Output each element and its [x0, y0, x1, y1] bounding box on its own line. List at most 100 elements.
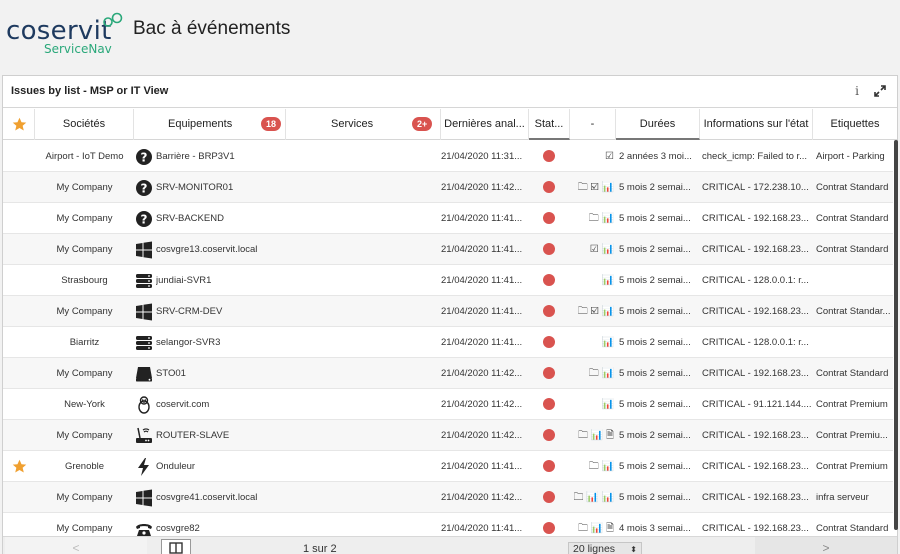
- table-row[interactable]: My Company ROUTER-SLAVE 21/04/2020 11:42..…: [3, 420, 893, 451]
- svg-text:?: ?: [141, 181, 148, 195]
- company-cell: My Company: [56, 430, 113, 441]
- last-analysis-cell: 21/04/2020 11:41...: [441, 213, 523, 224]
- unknown-device-icon: ?: [134, 203, 154, 234]
- header-favorite[interactable]: [3, 109, 35, 140]
- equipment-cell[interactable]: SRV-BACKEND: [156, 203, 286, 234]
- company-cell: My Company: [56, 306, 113, 317]
- previous-page-button[interactable]: <: [5, 537, 147, 554]
- header-status[interactable]: Stat...: [529, 109, 570, 140]
- equipment-cell[interactable]: cosvgre13.coservit.local: [156, 234, 286, 265]
- status-cell: [529, 327, 570, 358]
- tags-cell: Contrat Premiu...: [816, 430, 888, 441]
- table-row[interactable]: Strasbourg jundiai-SVR1 21/04/2020 11:41..…: [3, 265, 893, 296]
- windows-icon: [134, 296, 154, 327]
- expand-icon[interactable]: [873, 84, 887, 98]
- equipment-cell[interactable]: selangor-SVR3: [156, 327, 286, 358]
- tags-cell: [816, 265, 892, 296]
- duration-cell: 5 mois 2 semai...: [619, 368, 691, 379]
- favorite-toggle[interactable]: [3, 172, 35, 203]
- app-header: coservit ServiceNav Bac à événements: [0, 0, 900, 72]
- table-row[interactable]: Airport - IoT Demo? Barrière - BRP3V1 21/0…: [3, 141, 893, 172]
- company-cell: Grenoble: [64, 461, 105, 472]
- table-row[interactable]: My Company SRV-CRM-DEV 21/04/2020 11:41...…: [3, 296, 893, 327]
- row-actions[interactable]: 🗀 📊: [571, 358, 616, 389]
- row-actions[interactable]: 🗀 📊: [571, 451, 616, 482]
- equipment-cell[interactable]: coservit.com: [156, 389, 286, 420]
- favorite-toggle[interactable]: [3, 234, 35, 265]
- equipment-cell[interactable]: SRV-MONITOR01: [156, 172, 286, 203]
- favorite-toggle[interactable]: [3, 141, 35, 172]
- company-cell: Biarritz: [69, 337, 100, 348]
- table-scrollbar[interactable]: [894, 140, 898, 530]
- logo-mark-icon: [103, 12, 123, 27]
- favorite-toggle[interactable]: [3, 451, 35, 482]
- header-durations[interactable]: Durées: [616, 109, 700, 140]
- table-row[interactable]: New-York coservit.com 21/04/2020 11:42... 📊…: [3, 389, 893, 420]
- equipment-cell[interactable]: cosvgre41.coservit.local: [156, 482, 286, 513]
- table-row[interactable]: My Company STO01 21/04/2020 11:42... 🗀 📊 5 m…: [3, 358, 893, 389]
- header-actions[interactable]: -: [570, 109, 616, 140]
- status-cell: [529, 234, 570, 265]
- equipment-cell[interactable]: jundiai-SVR1: [156, 265, 286, 296]
- status-critical-indicator: [543, 181, 555, 193]
- tags-cell: infra serveur: [816, 492, 869, 503]
- favorite-toggle[interactable]: [3, 203, 35, 234]
- state-info-cell: CRITICAL - 192.168.23...: [702, 492, 809, 503]
- favorite-toggle[interactable]: [3, 265, 35, 296]
- star-icon: [12, 117, 27, 131]
- row-actions[interactable]: 🗀 📊 📊: [571, 482, 616, 513]
- state-info-cell: CRITICAL - 192.168.23...: [702, 430, 809, 441]
- equipment-cell[interactable]: SRV-CRM-DEV: [156, 296, 286, 327]
- status-critical-indicator: [543, 150, 555, 162]
- favorite-toggle[interactable]: [3, 482, 35, 513]
- duration-cell: 5 mois 2 semai...: [619, 399, 691, 410]
- equipment-cell[interactable]: Barrière - BRP3V1: [156, 141, 286, 172]
- header-companies[interactable]: Sociétés: [35, 109, 134, 140]
- favorite-toggle[interactable]: [3, 420, 35, 451]
- favorite-toggle[interactable]: [3, 358, 35, 389]
- last-analysis-cell: 21/04/2020 11:42...: [441, 182, 523, 193]
- table-row[interactable]: My Company? SRV-BACKEND 21/04/2020 11:41..…: [3, 203, 893, 234]
- status-critical-indicator: [543, 212, 555, 224]
- table-row[interactable]: My Company cosvgre41.coservit.local 21/04/…: [3, 482, 893, 513]
- next-page-button[interactable]: >: [755, 537, 897, 554]
- equipment-cell[interactable]: STO01: [156, 358, 286, 389]
- row-actions[interactable]: 🗀 📊 🗎: [571, 420, 616, 451]
- row-actions[interactable]: 🗀 ☑ 📊: [571, 172, 616, 203]
- table-row[interactable]: Grenoble Onduleur 21/04/2020 11:41... 🗀 📊 5 …: [3, 451, 893, 482]
- page-size-select[interactable]: 20 lignes ⬍: [568, 542, 642, 554]
- header-services[interactable]: Services 2+: [286, 109, 441, 140]
- row-actions[interactable]: ☑ 📊: [571, 234, 616, 265]
- row-actions[interactable]: 🗀 📊: [571, 203, 616, 234]
- unknown-device-icon: ?: [134, 172, 154, 203]
- favorite-toggle[interactable]: [3, 389, 35, 420]
- equipment-cell[interactable]: ROUTER-SLAVE: [156, 420, 286, 451]
- coservit-logo[interactable]: coservit ServiceNav: [6, 12, 123, 56]
- panel-header: Issues by list - MSP or IT View i: [3, 76, 897, 108]
- status-critical-indicator: [543, 305, 555, 317]
- header-last-analysis[interactable]: Dernières anal...: [441, 109, 529, 140]
- storage-icon: [134, 358, 154, 389]
- company-cell: My Company: [56, 368, 113, 379]
- tags-cell: Contrat Premium: [816, 399, 888, 410]
- status-critical-indicator: [543, 429, 555, 441]
- tags-cell: Contrat Standar...: [816, 306, 891, 317]
- row-actions[interactable]: 🗀 ☑ 📊: [571, 296, 616, 327]
- row-actions[interactable]: 📊: [571, 327, 616, 358]
- company-cell: My Company: [56, 182, 113, 193]
- table-row[interactable]: My Company? SRV-MONITOR01 21/04/2020 11:42…: [3, 172, 893, 203]
- table-row[interactable]: My Company cosvgre13.coservit.local 21/04/…: [3, 234, 893, 265]
- favorite-toggle[interactable]: [3, 296, 35, 327]
- row-actions[interactable]: 📊: [571, 265, 616, 296]
- row-actions[interactable]: 📊: [571, 389, 616, 420]
- column-chooser-button[interactable]: [161, 539, 191, 554]
- header-tags[interactable]: Etiquettes: [813, 109, 897, 140]
- row-actions[interactable]: ☑: [571, 141, 616, 172]
- header-equipments[interactable]: Equipements 18: [134, 109, 286, 140]
- header-state-info[interactable]: Informations sur l'état: [700, 109, 813, 140]
- favorite-toggle[interactable]: [3, 327, 35, 358]
- table-row[interactable]: Biarritz selangor-SVR3 21/04/2020 11:41...…: [3, 327, 893, 358]
- last-analysis-cell: 21/04/2020 11:42...: [441, 399, 523, 410]
- info-icon[interactable]: i: [851, 84, 863, 98]
- equipment-cell[interactable]: Onduleur: [156, 451, 286, 482]
